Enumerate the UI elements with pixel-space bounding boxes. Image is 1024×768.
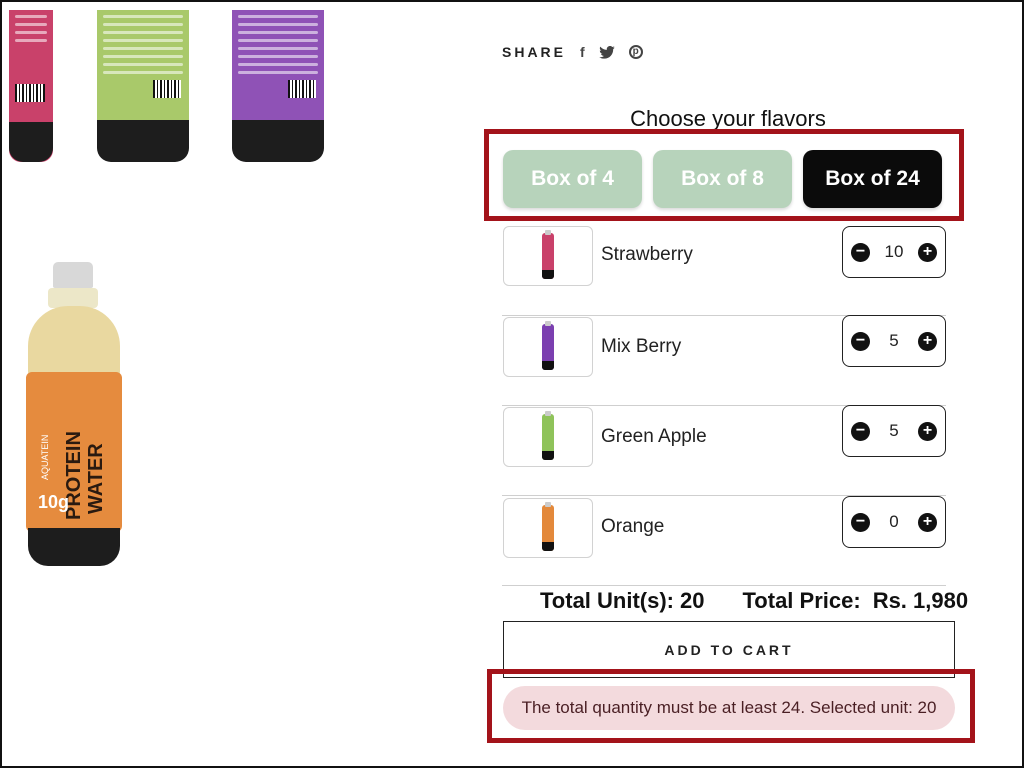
total-units-value: 20: [680, 588, 705, 613]
strawberry-bottle-image: [9, 10, 53, 162]
flavor-list: Strawberry − 10 + Mix Berry − 5 + Green …: [502, 226, 946, 586]
flavor-row-mix-berry: Mix Berry − 5 +: [502, 315, 946, 406]
total-price: Total Price: Rs. 1,980: [743, 588, 969, 614]
green-apple-bottle-image: [97, 10, 189, 162]
minus-icon[interactable]: −: [851, 512, 870, 532]
plus-icon[interactable]: +: [918, 421, 937, 441]
minus-icon[interactable]: −: [851, 421, 870, 441]
flavor-name: Orange: [601, 516, 665, 537]
error-message: The total quantity must be at least 24. …: [503, 686, 955, 730]
quantity-stepper: − 5 +: [842, 315, 946, 367]
orange-thumbnail: [503, 498, 593, 558]
orange-protein-water-image: PROTEIN WATER AQUATEIN 10g: [26, 262, 122, 566]
quantity-stepper: − 10 +: [842, 226, 946, 278]
green-apple-thumbnail: [503, 407, 593, 467]
facebook-icon[interactable]: f: [580, 44, 585, 60]
box-size-tabs: Box of 4 Box of 8 Box of 24: [503, 150, 942, 208]
quantity-value: 10: [884, 242, 904, 261]
total-units: Total Unit(s): 20: [540, 588, 705, 614]
total-price-value: Rs. 1,980: [872, 588, 969, 613]
flavor-row-green-apple: Green Apple − 5 +: [502, 405, 946, 496]
twitter-icon[interactable]: [598, 45, 615, 59]
strawberry-thumbnail: [503, 226, 593, 286]
minus-icon[interactable]: −: [851, 331, 870, 351]
total-price-label: Total Price:: [742, 588, 861, 613]
flavor-name: Green Apple: [601, 426, 707, 447]
mix-berry-bottle-image: [232, 10, 324, 162]
totals-summary: Total Unit(s): 20 Total Price: Rs. 1,980: [540, 588, 968, 614]
plus-icon[interactable]: +: [918, 512, 937, 532]
flavor-row-orange: Orange − 0 +: [502, 496, 946, 586]
share-label: SHARE: [502, 44, 567, 60]
flavor-row-strawberry: Strawberry − 10 +: [502, 226, 946, 316]
tab-box-of-8[interactable]: Box of 8: [653, 150, 792, 208]
share-bar: SHARE f p: [502, 44, 643, 60]
tab-box-of-4[interactable]: Box of 4: [503, 150, 642, 208]
quantity-stepper: − 0 +: [842, 496, 946, 548]
total-units-label: Total Unit(s):: [540, 588, 675, 613]
pinterest-icon[interactable]: p: [628, 45, 643, 59]
plus-icon[interactable]: +: [917, 242, 937, 262]
quantity-value: 5: [889, 421, 899, 440]
plus-icon[interactable]: +: [918, 331, 937, 351]
flavor-name: Mix Berry: [601, 336, 682, 357]
quantity-stepper: − 5 +: [842, 405, 946, 457]
minus-icon[interactable]: −: [851, 242, 870, 262]
quantity-value: 0: [889, 512, 899, 531]
flavor-name: Strawberry: [601, 244, 693, 265]
tab-box-of-24[interactable]: Box of 24: [803, 150, 942, 208]
quantity-value: 5: [889, 331, 899, 350]
mix-berry-thumbnail: [503, 317, 593, 377]
